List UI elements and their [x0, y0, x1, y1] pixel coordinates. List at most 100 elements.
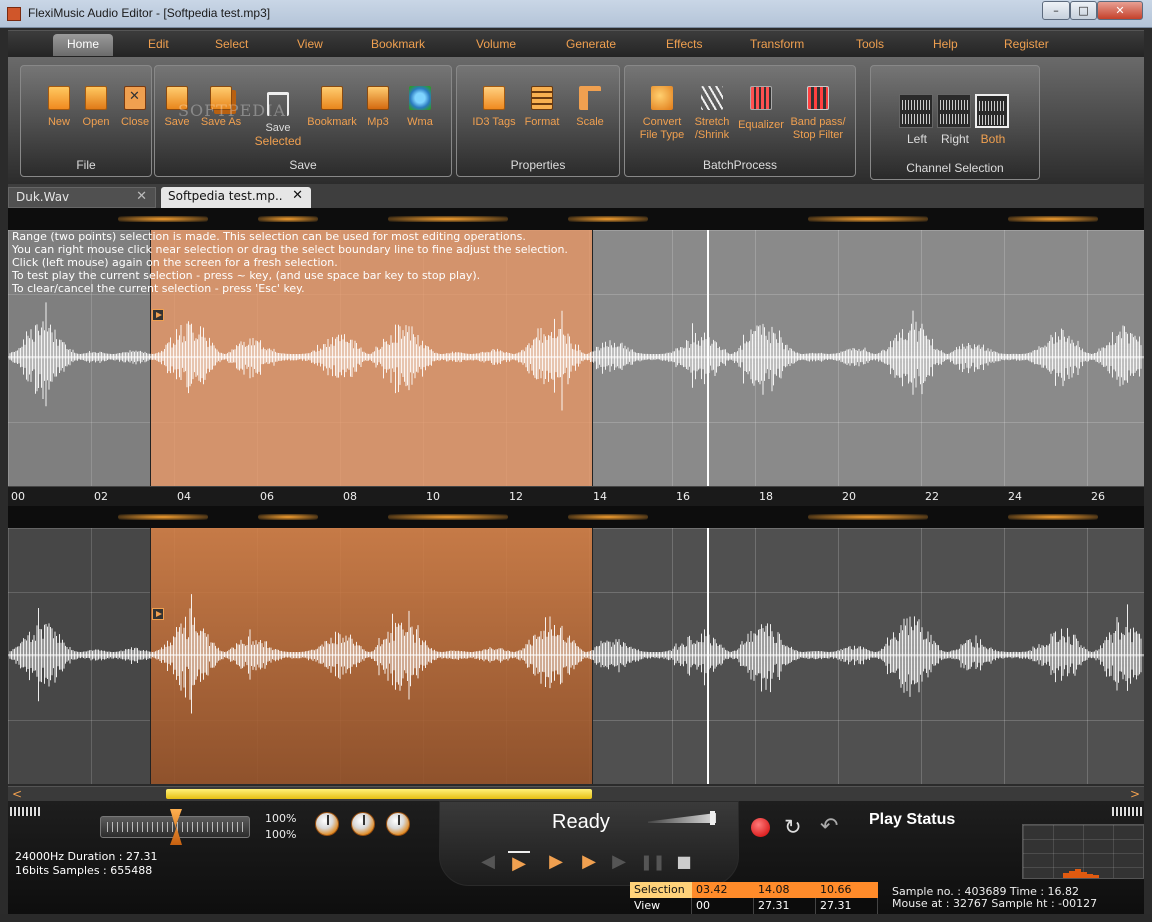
balance-knob[interactable]: [351, 812, 375, 836]
app-icon: [7, 7, 21, 21]
menu-volume[interactable]: Volume: [476, 37, 516, 51]
scale-button[interactable]: Scale: [562, 86, 618, 129]
menu-help[interactable]: Help: [933, 37, 958, 51]
time-tick: 22: [925, 490, 939, 503]
view-end[interactable]: 27.31: [754, 898, 816, 914]
menu-effects[interactable]: Effects: [666, 37, 702, 51]
ribbon-toolbar: New Open Close File Save Save As: [8, 57, 1144, 184]
playhead-cursor[interactable]: [707, 230, 709, 486]
channel-left-button[interactable]: Left: [899, 94, 935, 146]
window-bottom-edge: [0, 914, 1152, 922]
band-pass-stop-filter-button[interactable]: Band pass/ Stop Filter: [787, 86, 849, 142]
time-tick: 10: [426, 490, 440, 503]
master-volume-handle[interactable]: [710, 811, 715, 825]
stop-icon[interactable]: ■: [673, 851, 695, 873]
time-tick: 14: [593, 490, 607, 503]
menu-bar: Home Edit Select View Bookmark Volume Ge…: [8, 30, 1144, 57]
waveform-trace: [9, 594, 1142, 714]
close-tab-icon[interactable]: ✕: [136, 189, 147, 204]
play-status-graph: [1022, 824, 1144, 879]
time-tick: 06: [260, 490, 274, 503]
view-row: View 00 27.31 27.31: [630, 898, 878, 914]
convert-icon: [651, 86, 673, 110]
menu-tools[interactable]: Tools: [856, 37, 884, 51]
scroll-left-arrow-icon[interactable]: <: [10, 787, 24, 801]
equalizer-button[interactable]: Equalizer: [733, 86, 789, 132]
selection-view-table: Selection 03.42 14.08 10.66 View 00 27.3…: [630, 882, 878, 914]
play-view-icon[interactable]: ▶: [545, 851, 567, 873]
selection-end[interactable]: 14.08: [754, 882, 816, 898]
record-icon[interactable]: [751, 818, 770, 837]
pause-icon[interactable]: ❚❚: [640, 851, 665, 873]
menu-edit[interactable]: Edit: [148, 37, 169, 51]
channel-right-button[interactable]: Right: [937, 94, 973, 146]
folder-icon: [85, 86, 107, 110]
selection-start-marker[interactable]: [152, 309, 164, 321]
close-window-button[interactable]: ✕: [1097, 1, 1143, 20]
close-file-icon: [124, 86, 146, 110]
time-tick: 12: [509, 490, 523, 503]
format-icon: [531, 86, 553, 110]
selection-row: Selection 03.42 14.08 10.66: [630, 882, 878, 898]
equalizer-icon: [750, 86, 772, 110]
menu-home[interactable]: Home: [53, 34, 114, 56]
ready-status: Ready: [552, 811, 610, 833]
filter-icon: [807, 86, 829, 110]
pitch-knob[interactable]: [386, 812, 410, 836]
selection-start[interactable]: 03.42: [692, 882, 754, 898]
view-start[interactable]: 00: [692, 898, 754, 914]
stretch-shrink-button[interactable]: Stretch /Shrink: [684, 86, 740, 142]
time-tick: 16: [676, 490, 690, 503]
convert-file-type-button[interactable]: Convert File Type: [633, 86, 691, 142]
waveform-right-channel[interactable]: [8, 528, 1144, 784]
maximize-button[interactable]: □: [1070, 1, 1097, 20]
vu-meter-left: [10, 807, 40, 816]
minimize-button[interactable]: –: [1042, 1, 1070, 20]
play-selection-icon[interactable]: ▶: [508, 851, 530, 874]
waveform-left-channel[interactable]: Range (two points) selection is made. Th…: [8, 230, 1144, 486]
selection-start-marker[interactable]: [152, 608, 164, 620]
mouse-sample-height: Mouse at : 32767 Sample ht : -00127: [892, 897, 1098, 910]
menu-view[interactable]: View: [297, 37, 323, 51]
menu-register[interactable]: Register: [1004, 37, 1049, 51]
selection-length[interactable]: 10.66: [816, 882, 878, 898]
time-tick: 18: [759, 490, 773, 503]
menu-select[interactable]: Select: [215, 37, 248, 51]
overview-strip-top[interactable]: [8, 208, 1144, 230]
tab-duk-wav[interactable]: Duk.Wav ✕: [8, 187, 156, 208]
tab-softpedia-test[interactable]: Softpedia test.mp.. ✕: [161, 187, 311, 208]
timeline-ruler[interactable]: 00 02 04 06 08 10 12 14 16 18 20 22 24 2…: [8, 486, 1144, 506]
return-icon[interactable]: ↶: [820, 814, 838, 839]
loop-icon[interactable]: ↻: [784, 815, 802, 839]
menu-generate[interactable]: Generate: [566, 37, 616, 51]
play-status-label: Play Status: [869, 811, 956, 828]
channel-both-button[interactable]: Both: [975, 94, 1011, 146]
menu-transform[interactable]: Transform: [750, 37, 804, 51]
horizontal-scrollbar[interactable]: < >: [8, 786, 1144, 801]
wma-button[interactable]: Wma: [392, 86, 448, 129]
previous-icon[interactable]: ◀: [477, 851, 499, 873]
menu-bookmark[interactable]: Bookmark: [371, 37, 425, 51]
sample-rate-duration: 24000Hz Duration : 27.31: [15, 850, 158, 863]
time-tick: 20: [842, 490, 856, 503]
playhead-cursor[interactable]: [707, 528, 709, 784]
batchprocess-group: Convert File Type Stretch /Shrink Equali…: [624, 65, 856, 177]
time-tick: 02: [94, 490, 108, 503]
left-level-percent: 100%: [265, 812, 297, 825]
close-tab-icon[interactable]: ✕: [292, 188, 303, 203]
volume-knob[interactable]: [315, 812, 339, 836]
next-icon[interactable]: ▶: [608, 851, 630, 873]
right-level-percent: 100%: [265, 828, 297, 841]
bookmark-icon: [321, 86, 343, 110]
view-length[interactable]: 27.31: [816, 898, 878, 914]
overview-strip-bottom[interactable]: [8, 506, 1144, 528]
tags-icon: [483, 86, 505, 110]
file-group: New Open Close File: [20, 65, 152, 177]
time-tick: 00: [11, 490, 25, 503]
scroll-right-arrow-icon[interactable]: >: [1128, 787, 1142, 801]
play-icon[interactable]: ▶: [578, 851, 600, 873]
document-tabs: Duk.Wav ✕ Softpedia test.mp.. ✕: [8, 184, 1144, 208]
stretch-icon: [701, 86, 723, 110]
scroll-thumb[interactable]: [166, 789, 592, 799]
softpedia-watermark: SOFTPEDIA: [178, 101, 286, 120]
